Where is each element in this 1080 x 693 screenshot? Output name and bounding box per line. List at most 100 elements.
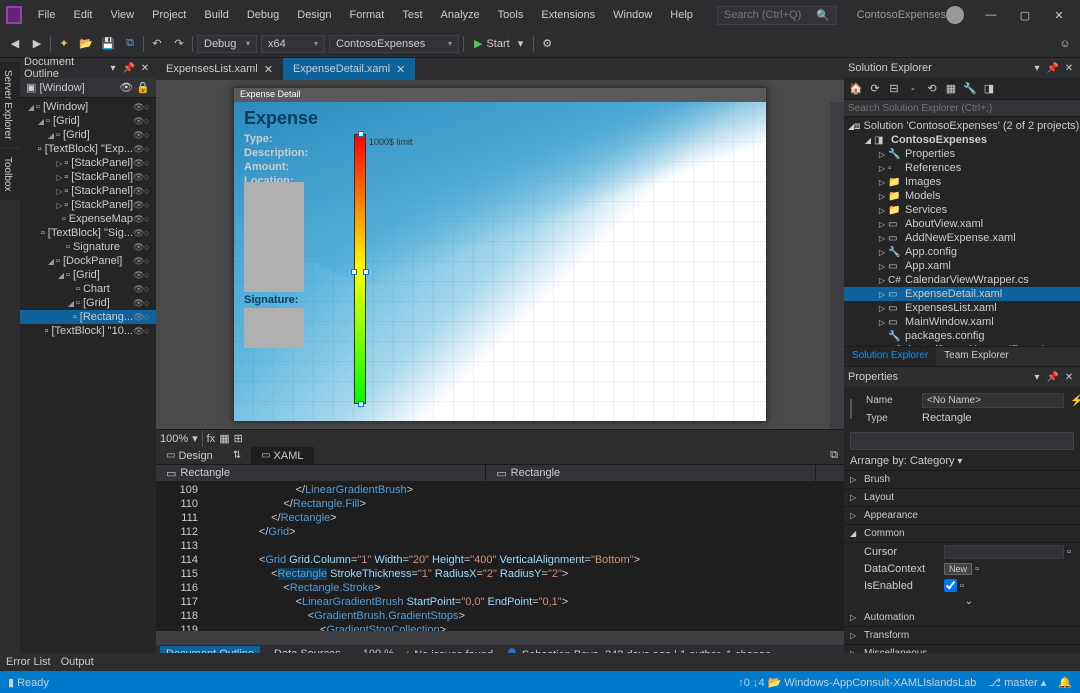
solution-item[interactable]: ▷▭AboutView.xaml	[844, 217, 1080, 231]
xaml-designer[interactable]: Expense Detail Expense Type:Description:…	[156, 80, 844, 429]
menu-test[interactable]: Test	[394, 5, 430, 25]
outline-item[interactable]: ◢▫ [Grid]👁○	[20, 128, 156, 142]
config-dropdown[interactable]: Debug▾	[197, 35, 257, 53]
menu-debug[interactable]: Debug	[239, 5, 287, 25]
name-input[interactable]	[922, 393, 1064, 408]
menu-extensions[interactable]: Extensions	[533, 5, 603, 25]
outline-item[interactable]: ◢▫ [Grid]👁○	[20, 268, 156, 282]
outline-item[interactable]: ◢▫ [Grid]👁○	[20, 114, 156, 128]
outline-item[interactable]: ▷▫ [StackPanel]👁○	[20, 156, 156, 170]
solution-search-input[interactable]	[848, 103, 1076, 114]
outline-item[interactable]: ▷▫ [StackPanel]👁○	[20, 198, 156, 212]
code-editor[interactable]: 109110111112113114115116117118119120121 …	[156, 481, 844, 631]
isenabled-checkbox[interactable]	[944, 579, 957, 592]
solution-explorer-tab[interactable]: Solution Explorer	[844, 347, 936, 366]
maximize-button[interactable]: ▢	[1010, 5, 1040, 25]
solution-item[interactable]: ▷▫References	[844, 161, 1080, 175]
open-icon[interactable]: 📂	[77, 35, 95, 53]
new-button[interactable]: New	[944, 563, 972, 575]
tab-close-icon[interactable]: ✕	[396, 63, 405, 76]
snap-icon[interactable]: ⊞	[234, 432, 243, 445]
solution-item[interactable]: ▷📁Models	[844, 189, 1080, 203]
nav-fwd-icon[interactable]: ▶	[28, 35, 46, 53]
outline-item[interactable]: ◢▫ [Window]👁○	[20, 100, 156, 114]
outline-item[interactable]: ◢▫ [Grid]👁○	[20, 296, 156, 310]
solution-item[interactable]: ▷C#CalendarViewWrapper.cs	[844, 273, 1080, 287]
popout-icon[interactable]: ⧉	[824, 447, 844, 464]
menu-view[interactable]: View	[102, 5, 142, 25]
menu-build[interactable]: Build	[196, 5, 236, 25]
pin-icon[interactable]: 📌	[122, 63, 136, 74]
preview-icon[interactable]: ◨	[981, 81, 997, 97]
panel-dropdown-icon[interactable]: ▾	[106, 63, 120, 74]
expand-more[interactable]: ⌄	[844, 594, 1080, 609]
panel-close-icon[interactable]: ✕	[138, 63, 152, 74]
lightning-icon[interactable]: ⚡	[1070, 394, 1080, 407]
menu-format[interactable]: Format	[342, 5, 393, 25]
solution-item[interactable]: ▷▭MainWindow.xaml	[844, 315, 1080, 329]
branch-status[interactable]: ⎇ master ▴	[988, 676, 1046, 689]
user-avatar[interactable]	[946, 6, 964, 24]
new-icon[interactable]: ✦	[55, 35, 73, 53]
project-dropdown[interactable]: ContosoExpenses▾	[329, 35, 459, 53]
breadcrumb-1[interactable]: ▭ Rectangle	[156, 465, 486, 481]
undo-icon[interactable]: ↶	[148, 35, 166, 53]
outline-item[interactable]: ▫ [TextBlock] "Sig...👁○	[20, 226, 156, 240]
prop-search-input[interactable]	[850, 432, 1074, 450]
solution-tree[interactable]: ◢⧈Solution 'ContosoExpenses' (2 of 2 pro…	[844, 117, 1080, 346]
save-all-icon[interactable]: ⧉	[121, 35, 139, 53]
outline-item[interactable]: ▫ [TextBlock] "Exp...👁○	[20, 142, 156, 156]
design-tab[interactable]: ▭ Design	[156, 447, 223, 464]
search-input[interactable]	[724, 9, 816, 21]
solution-item[interactable]: ◢◨ContosoExpenses	[844, 133, 1080, 147]
outline-item[interactable]: ▫ Signature👁○	[20, 240, 156, 254]
close-button[interactable]: ✕	[1044, 5, 1074, 25]
prop-category[interactable]: ▷Appearance	[844, 507, 1080, 525]
solution-item[interactable]: ▷▭ExpenseDetail.xaml	[844, 287, 1080, 301]
refresh-icon[interactable]: ⟳	[867, 81, 883, 97]
nav-back-icon[interactable]: ◀	[6, 35, 24, 53]
panel-dropdown-icon[interactable]: ▾	[1030, 63, 1044, 74]
show-all-icon[interactable]: ▦	[943, 81, 959, 97]
properties-icon[interactable]: 🔧	[962, 81, 978, 97]
solution-item[interactable]: ▷🔧Properties	[844, 147, 1080, 161]
scrollbar-horizontal[interactable]	[156, 631, 844, 645]
panel-close-icon[interactable]: ✕	[1062, 63, 1076, 74]
error-list-tab[interactable]: Error List	[6, 656, 51, 668]
solution-item[interactable]: 🔧packages.config	[844, 329, 1080, 343]
document-tab[interactable]: ExpensesList.xaml✕	[156, 58, 283, 80]
eye-icon[interactable]: 👁	[119, 82, 133, 94]
zoom-level[interactable]: 100%	[160, 433, 188, 445]
prop-category[interactable]: ▷Layout	[844, 489, 1080, 507]
minimize-button[interactable]: —	[976, 5, 1006, 25]
outline-item[interactable]: ▫ [Rectang...👁○	[20, 310, 156, 324]
grid-icon[interactable]: ▦	[219, 432, 229, 445]
platform-dropdown[interactable]: x64▾	[261, 35, 325, 53]
feedback-icon[interactable]: ☺	[1056, 35, 1074, 53]
breadcrumb-2[interactable]: ▭ Rectangle	[486, 465, 816, 481]
repo-status[interactable]: ↑0 ↓4 📂 Windows-AppConsult-XAMLIslandsLa…	[738, 676, 976, 689]
server-explorer-tab[interactable]: Server Explorer	[0, 62, 20, 147]
save-icon[interactable]: 💾	[99, 35, 117, 53]
arrange-by[interactable]: Arrange by: Category ▾	[844, 452, 1080, 471]
menu-design[interactable]: Design	[289, 5, 339, 25]
tb-misc-icon[interactable]: ⚙	[538, 35, 556, 53]
menu-tools[interactable]: Tools	[490, 5, 532, 25]
outline-item[interactable]: ▫ [TextBlock] "10...👁○	[20, 324, 156, 338]
notifications-icon[interactable]: 🔔	[1058, 676, 1072, 689]
start-button[interactable]: ▶Start▾	[468, 35, 529, 52]
solution-item[interactable]: ▷▭ExpensesList.xaml	[844, 301, 1080, 315]
toolbox-tab[interactable]: Toolbox	[0, 149, 20, 199]
collapse-icon[interactable]: ⊟	[886, 81, 902, 97]
menu-window[interactable]: Window	[605, 5, 660, 25]
solution-item[interactable]: ▷▭App.xaml	[844, 259, 1080, 273]
prop-category[interactable]: ▷Brush	[844, 471, 1080, 489]
quick-search[interactable]: 🔍	[717, 6, 837, 25]
prop-category[interactable]: ▷Automation	[844, 609, 1080, 627]
outline-item[interactable]: ◢▫ [DockPanel]👁○	[20, 254, 156, 268]
outline-item[interactable]: ▷▫ [StackPanel]👁○	[20, 170, 156, 184]
menu-file[interactable]: File	[30, 5, 64, 25]
redo-icon[interactable]: ↷	[170, 35, 188, 53]
xaml-tab[interactable]: ▭ XAML	[251, 447, 313, 464]
menu-edit[interactable]: Edit	[65, 5, 100, 25]
